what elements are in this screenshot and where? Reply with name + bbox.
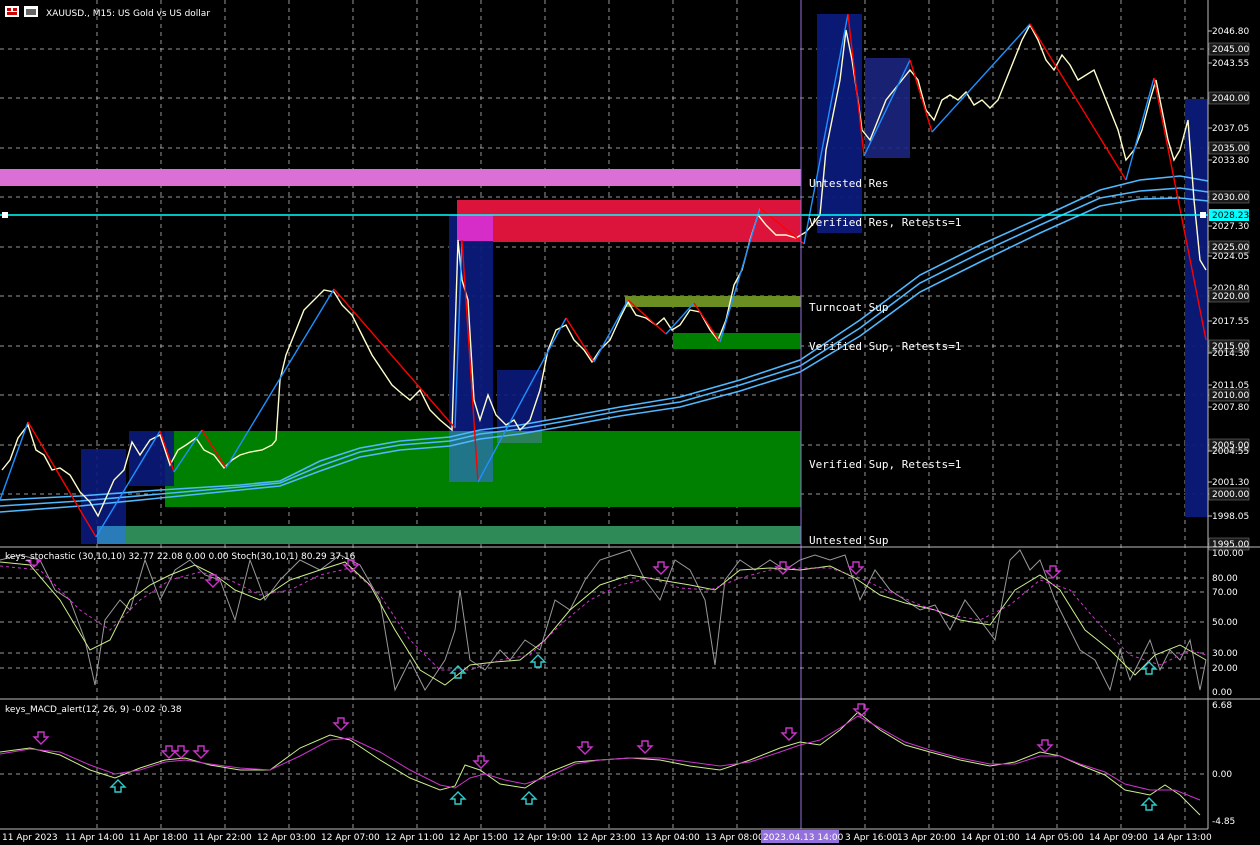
zone-label-untested-res: Untested Res [809,177,888,190]
price-axis-label: 2004.55 [1212,447,1249,457]
time-axis-label: 13 Apr 08:00 [705,833,764,843]
trading-chart[interactable]: Untested Res Verified Res, Retests=1 Tur… [0,0,1260,845]
stochastic-axis-label: 50.00 [1212,618,1238,628]
price-axis-label: 2020.00 [1212,292,1249,302]
stochastic-axis-label: 70.00 [1212,588,1238,598]
price-axis-label: 2027.30 [1212,222,1249,232]
zone-label-verified-sup-2: Verified Sup, Retests=1 [809,458,961,471]
verified-res-zone [457,200,801,242]
stochastic-title: keys_stochastic (30,10,10) 32.77 22.08 0… [5,552,356,562]
zone-label-turncoat-sup: Turncoat Sup [809,301,888,314]
time-axis-label: 12 Apr 19:00 [513,833,572,843]
time-axis-label: 13 Apr 20:00 [897,833,956,843]
turncoat-sup-zone [625,296,801,307]
zone-label-verified-sup-1: Verified Sup, Retests=1 [809,340,961,353]
price-axis-label: 2045.00 [1212,45,1249,55]
time-axis-label: 14 Apr 01:00 [961,833,1020,843]
price-axis-label: 2010.00 [1212,391,1249,401]
price-axis-label: 2024.05 [1212,252,1249,262]
price-axis-label: 2040.00 [1212,94,1249,104]
time-axis-label: 3 Apr 16:00 [845,833,898,843]
stochastic-axis-label: 20.00 [1212,664,1238,674]
time-axis-label: 11 Apr 2023 [2,833,58,843]
price-axis-label: 2046.80 [1212,27,1249,37]
untested-sup-zone [97,526,801,544]
price-axis-label: 1998.05 [1212,512,1249,522]
price-axis-label: 2035.00 [1212,144,1249,154]
macd-axis-label: -4.85 [1212,817,1235,827]
time-axis-label: 12 Apr 15:00 [449,833,508,843]
time-axis-label: 12 Apr 07:00 [321,833,380,843]
time-axis-label: 11 Apr 18:00 [129,833,188,843]
price-axis-label: 2000.00 [1212,490,1249,500]
stochastic-axis-label: 80.00 [1212,574,1238,584]
price-axis-label: 2033.80 [1212,156,1249,166]
macd-title: keys_MACD_alert(12, 26, 9) -0.02 -0.38 [5,705,182,715]
time-axis-label: 12 Apr 03:00 [257,833,316,843]
zone-label-untested-sup: Untested Sup [809,534,888,547]
stochastic-axis-label: 0.00 [1212,688,1232,698]
price-axis-label: 2014.30 [1212,349,1249,359]
time-axis-label: 14 Apr 09:00 [1089,833,1148,843]
price-axis-label: 2043.55 [1212,59,1249,69]
price-axis-label: 2017.55 [1212,317,1249,327]
time-axis-label: 2023.04.13 14:00 [763,833,844,843]
macd-axis-label: 0.00 [1212,770,1232,780]
time-axis-label: 14 Apr 13:00 [1153,833,1212,843]
untested-res-zone [0,169,801,186]
price-line-handle-right[interactable] [1200,212,1206,218]
zone-label-verified-res: Verified Res, Retests=1 [809,216,961,229]
price-axis-label: 2001.30 [1212,478,1249,488]
time-axis-label: 13 Apr 04:00 [641,833,700,843]
time-axis-label: 12 Apr 11:00 [385,833,444,843]
current-price-tag: 2028.23 [1209,209,1249,221]
chart-menu-icon[interactable] [5,6,19,17]
time-axis-label: 11 Apr 22:00 [193,833,252,843]
time-axis-label: 12 Apr 23:00 [577,833,636,843]
verified-sup-zone-1 [673,333,801,349]
macd-axis-label: 6.68 [1212,701,1232,711]
time-axis-label: 11 Apr 14:00 [65,833,124,843]
price-axis-label: 2007.80 [1212,403,1249,413]
price-line-handle[interactable] [2,212,8,218]
chart-title-text: XAUUSD., M15: US Gold vs US dollar [46,9,210,19]
stochastic-axis-label: 100.00 [1212,549,1244,559]
chart-background [0,0,1260,845]
stochastic-axis-label: 30.00 [1212,649,1238,659]
time-axis-label: 14 Apr 05:00 [1025,833,1084,843]
price-axis-label: 2030.00 [1212,193,1249,203]
current-price-value: 2028.23 [1212,211,1249,221]
price-axis-label: 2037.05 [1212,124,1249,134]
